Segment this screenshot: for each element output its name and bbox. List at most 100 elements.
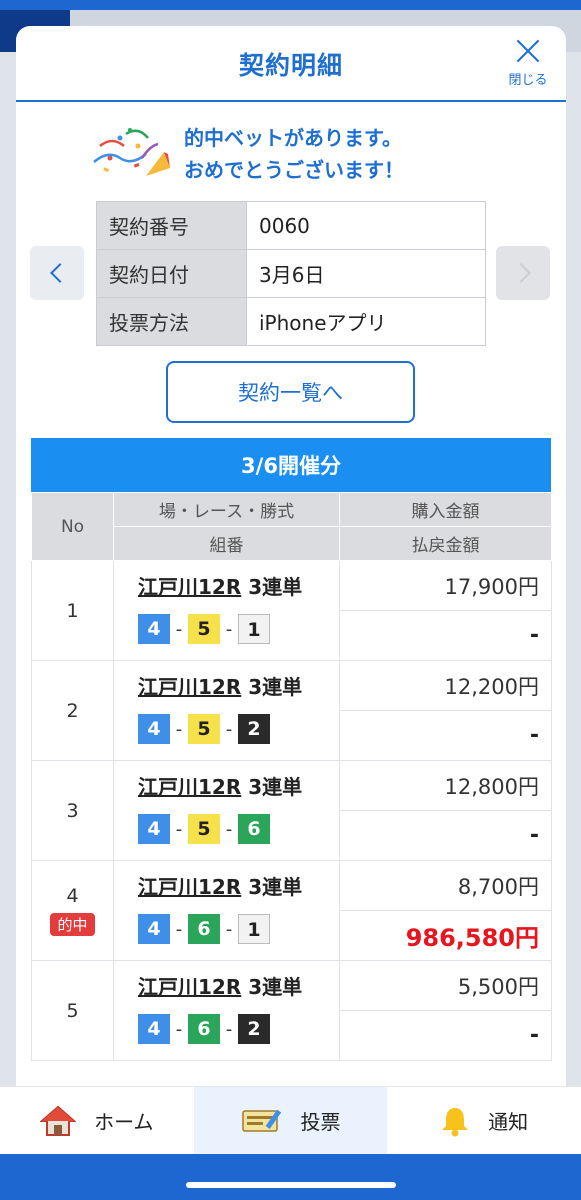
boat-number-b1: 4	[138, 714, 170, 744]
header-payout: 払戻金額	[339, 526, 552, 561]
boat-number-b1: 4	[138, 814, 170, 844]
previous-contract-button[interactable]	[30, 246, 84, 300]
tab-vote-label: 投票	[300, 1110, 341, 1134]
purchase-amount: 17,900円	[339, 560, 552, 611]
payout-amount: -	[339, 1010, 552, 1061]
info-key: 投票方法	[96, 297, 247, 346]
payout-amount: 986,580円	[339, 910, 552, 961]
combination: 4-6-1	[138, 914, 339, 944]
race-cell: 江戸川12R 3連単 4-6-1	[113, 860, 340, 961]
payout-amount: -	[339, 810, 552, 861]
race-venue-link[interactable]: 江戸川12R	[138, 975, 241, 999]
bet-type: 3連単	[248, 575, 303, 599]
race-cell: 江戸川12R 3連単 4-5-2	[113, 660, 340, 761]
boat-number-b2: 5	[188, 814, 220, 844]
modal-title: 契約明細	[238, 51, 343, 80]
purchase-amount: 12,200円	[339, 660, 552, 711]
bell-icon	[442, 1107, 469, 1136]
race-venue-link[interactable]: 江戸川12R	[138, 775, 241, 799]
voting-method: iPhoneアプリ	[246, 297, 486, 346]
combination: 4-5-1	[138, 614, 339, 644]
tab-home-label: ホーム	[94, 1110, 154, 1134]
congrats-line2: おめでとうございます！	[184, 158, 404, 182]
congrats-message: 的中ベットがあります。 おめでとうございます！	[90, 122, 404, 186]
congrats-line1: 的中ベットがあります。	[184, 126, 402, 150]
info-key: 契約番号	[96, 201, 247, 250]
boat-number-b3: 6	[238, 814, 270, 844]
contract-detail-modal: 契約明細 閉じる 的中ベットがあります。 おめでとうございます！ 契約番号 00…	[16, 26, 566, 1086]
ticket-icon	[241, 1109, 281, 1132]
row-no-cell: 1	[31, 560, 114, 661]
close-button[interactable]: 閉じる	[504, 36, 552, 92]
info-row: 投票方法 iPhoneアプリ	[96, 297, 486, 346]
boat-number-b3: 2	[238, 1014, 270, 1044]
table-row: 3 江戸川12R 3連単 4-5-6 12,800円	[31, 760, 552, 861]
boat-number-b3: 1	[238, 914, 270, 944]
purchase-amount: 12,800円	[339, 760, 552, 811]
purchase-amount: 8,700円	[339, 860, 552, 911]
boat-number-b2: 5	[188, 714, 220, 744]
contract-info-table: 契約番号 0060 契約日付 3月6日 投票方法 iPhoneアプリ	[96, 201, 486, 346]
row-no-cell: 3	[31, 760, 114, 861]
tab-vote[interactable]: 投票	[193, 1087, 388, 1154]
next-contract-button[interactable]	[496, 246, 550, 300]
boat-number-b1: 4	[138, 1014, 170, 1044]
boat-number-b2: 6	[188, 914, 220, 944]
table-row: 1 江戸川12R 3連単 4-5-1 17,900円	[31, 560, 552, 661]
house-icon	[40, 1105, 77, 1136]
tab-notify[interactable]: 通知	[387, 1087, 581, 1154]
bet-type: 3連単	[248, 775, 303, 799]
purchase-amount: 5,500円	[339, 960, 552, 1011]
race-venue-link[interactable]: 江戸川12R	[138, 875, 241, 899]
table-row: 2 江戸川12R 3連単 4-5-2 12,200円	[31, 660, 552, 761]
race-cell: 江戸川12R 3連単 4-6-2	[113, 960, 340, 1061]
party-popper-icon	[93, 128, 170, 176]
row-no: 2	[66, 699, 79, 722]
info-row: 契約番号 0060	[96, 201, 486, 250]
header-no: No	[31, 492, 114, 561]
table-row: 5 江戸川12R 3連単 4-6-2 5,500円	[31, 960, 552, 1061]
info-key: 契約日付	[96, 249, 247, 298]
header-race: 場・レース・勝式	[113, 492, 340, 527]
boat-number-b1: 4	[138, 614, 170, 644]
race-venue-link[interactable]: 江戸川12R	[138, 675, 241, 699]
bet-type: 3連単	[248, 975, 303, 999]
tab-home[interactable]: ホーム	[0, 1087, 194, 1154]
hit-badge: 的中	[50, 913, 95, 936]
boat-number-b2: 6	[188, 1014, 220, 1044]
contract-list-button[interactable]: 契約一覧へ	[166, 361, 415, 423]
combination: 4-5-6	[138, 814, 339, 844]
bottom-tab-bar: ホーム 投票 通知	[0, 1086, 581, 1154]
boat-number-b2: 5	[188, 614, 220, 644]
bets-table: No 場・レース・勝式 購入金額 組番 払戻金額 1 江戸川12R 3連単 4-5-…	[31, 492, 552, 1061]
chevron-right-icon	[510, 263, 531, 283]
contract-date: 3月6日	[246, 249, 486, 298]
contract-number: 0060	[246, 201, 486, 250]
header-combo: 組番	[113, 526, 340, 561]
bottom-strip	[0, 1154, 581, 1200]
boat-number-b3: 2	[238, 714, 270, 744]
combination: 4-6-2	[138, 1014, 339, 1044]
header-purchase: 購入金額	[339, 492, 552, 527]
modal-header: 契約明細 閉じる	[16, 26, 566, 102]
row-no: 4	[66, 885, 79, 907]
close-icon	[513, 36, 543, 66]
info-row: 契約日付 3月6日	[96, 249, 486, 298]
race-cell: 江戸川12R 3連単 4-5-1	[113, 560, 340, 661]
bet-type: 3連単	[248, 675, 303, 699]
bet-type: 3連単	[248, 875, 303, 899]
race-cell: 江戸川12R 3連単 4-5-6	[113, 760, 340, 861]
combination: 4-5-2	[138, 714, 339, 744]
boat-number-b3: 1	[238, 614, 270, 644]
table-row: 4 的中 江戸川12R 3連単 4-6-1 8,700円	[31, 860, 552, 961]
chevron-left-icon	[49, 263, 70, 283]
home-indicator	[186, 1182, 396, 1188]
payout-amount: -	[339, 710, 552, 761]
row-no-cell: 5	[31, 960, 114, 1061]
row-no-cell: 2	[31, 660, 114, 761]
row-no: 5	[66, 999, 79, 1022]
race-venue-link[interactable]: 江戸川12R	[138, 575, 241, 599]
payout-amount: -	[339, 610, 552, 661]
close-label: 閉じる	[508, 73, 548, 88]
date-header: 3/6開催分	[31, 438, 551, 492]
